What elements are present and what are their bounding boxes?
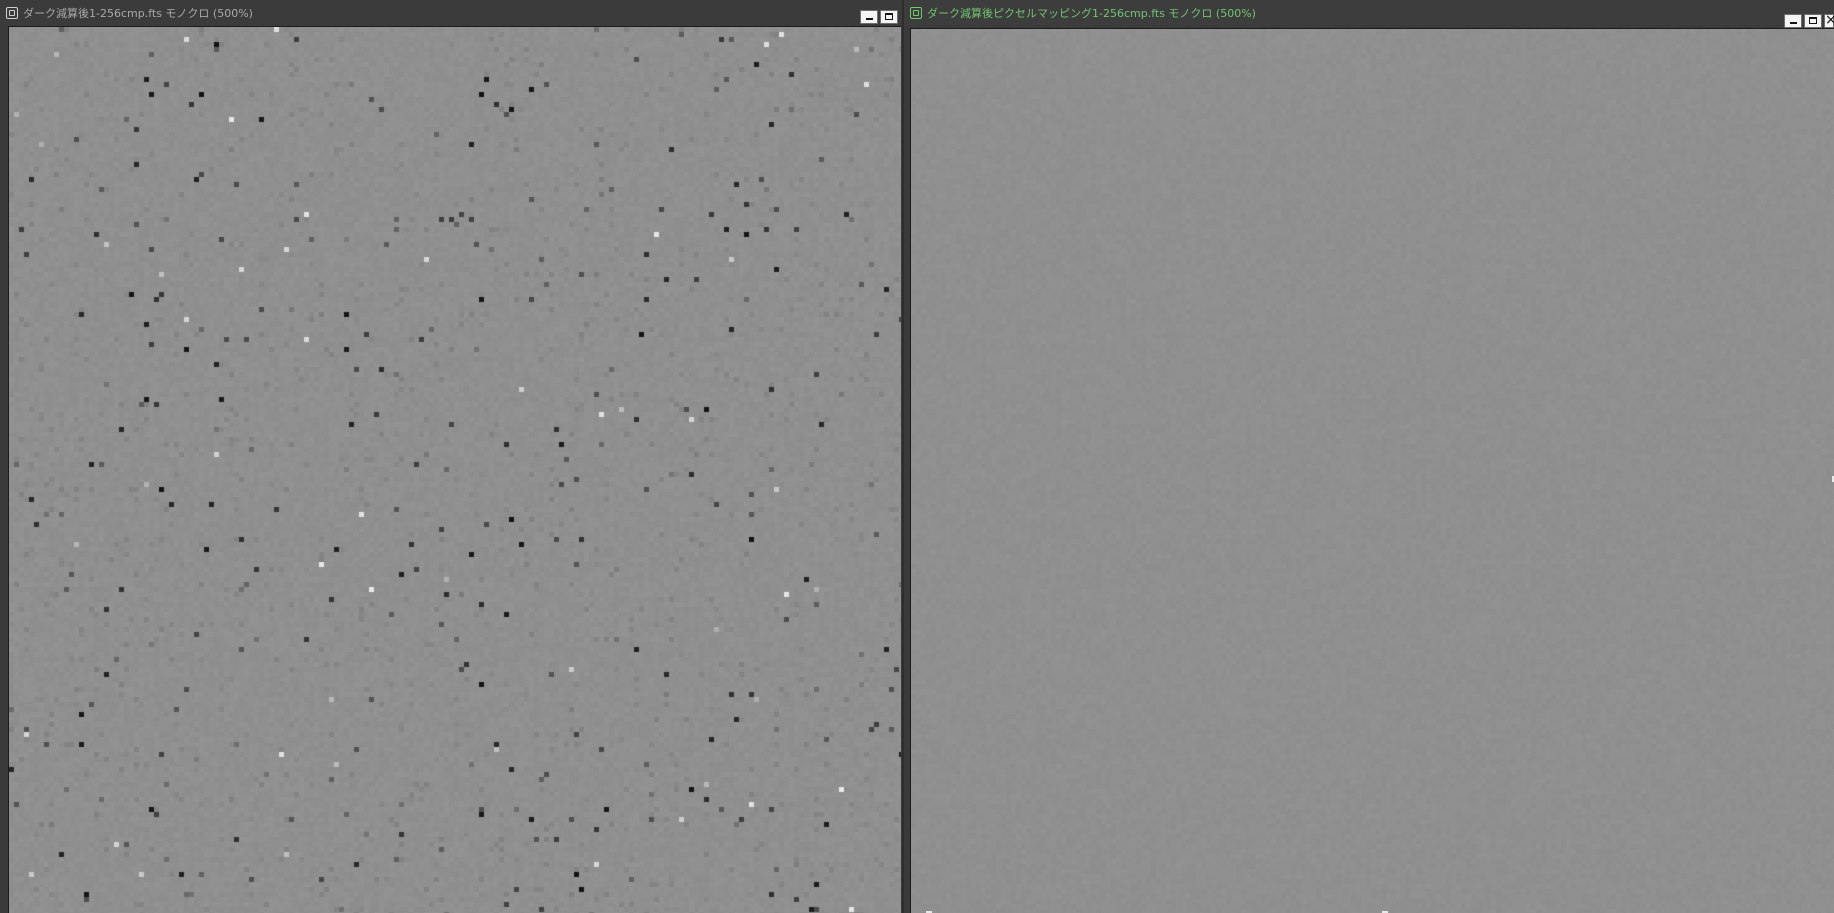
minimize-button[interactable] (1784, 14, 1802, 28)
window-titlebar[interactable]: ダーク減算後1-256cmp.fts モノクロ (500%) (0, 0, 902, 26)
image-viewport[interactable] (910, 28, 1834, 913)
close-button[interactable] (1824, 12, 1834, 28)
window-titlebar[interactable]: ダーク減算後ピクセルマッピング1-256cmp.fts モノクロ (500%) (904, 0, 1834, 26)
maximize-button[interactable] (1804, 14, 1822, 28)
window-controls (1784, 12, 1834, 28)
fits-image-canvas[interactable] (911, 29, 1834, 913)
window-title: ダーク減算後1-256cmp.fts モノクロ (500%) (23, 7, 253, 20)
image-window-right[interactable]: ダーク減算後ピクセルマッピング1-256cmp.fts モノクロ (500%) (904, 0, 1834, 913)
desktop: ダーク減算後1-256cmp.fts モノクロ (500%) ダーク減算後ピクセ… (0, 0, 1834, 913)
minimize-button[interactable] (860, 10, 878, 24)
image-viewport[interactable] (8, 26, 901, 913)
window-title: ダーク減算後ピクセルマッピング1-256cmp.fts モノクロ (500%) (927, 7, 1256, 20)
fits-image-canvas[interactable] (9, 27, 901, 913)
window-controls (860, 10, 898, 24)
image-window-left[interactable]: ダーク減算後1-256cmp.fts モノクロ (500%) (0, 0, 902, 913)
image-window-icon[interactable] (910, 7, 922, 19)
image-window-icon[interactable] (6, 7, 18, 19)
maximize-button[interactable] (880, 10, 898, 24)
